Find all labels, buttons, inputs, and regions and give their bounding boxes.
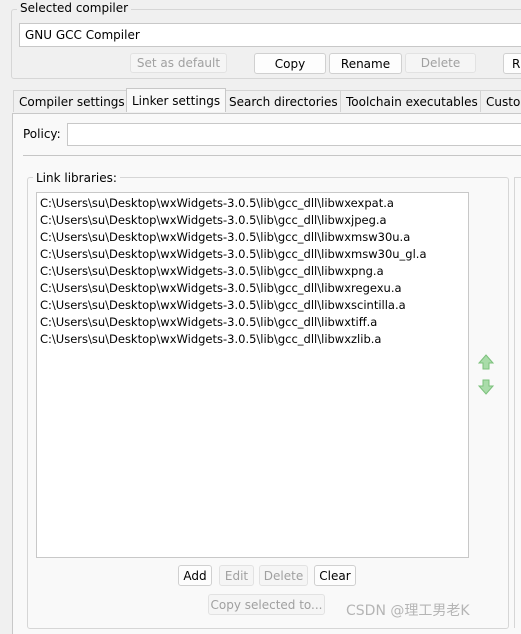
move-down-button[interactable]: [476, 377, 496, 397]
list-item[interactable]: C:\Users\su\Desktop\wxWidgets-3.0.5\lib\…: [37, 297, 468, 314]
copy-compiler-button[interactable]: Copy: [254, 53, 326, 74]
list-item[interactable]: C:\Users\su\Desktop\wxWidgets-3.0.5\lib\…: [37, 212, 468, 229]
list-item[interactable]: C:\Users\su\Desktop\wxWidgets-3.0.5\lib\…: [37, 229, 468, 246]
link-libraries-label: Link libraries:: [33, 170, 120, 186]
list-item[interactable]: C:\Users\su\Desktop\wxWidgets-3.0.5\lib\…: [37, 195, 468, 212]
list-item[interactable]: C:\Users\su\Desktop\wxWidgets-3.0.5\lib\…: [37, 246, 468, 263]
tab-search-directories[interactable]: Search directories: [223, 90, 344, 112]
tab-custom[interactable]: Custor: [480, 90, 521, 112]
clear-libraries-button[interactable]: Clear: [314, 565, 356, 586]
tab-search-directories-label: Search directories: [229, 94, 338, 109]
edit-library-button[interactable]: Edit: [219, 565, 254, 586]
settings-tabs: Compiler settings Linker settings Search…: [13, 88, 521, 114]
arrow-down-icon: [477, 379, 495, 395]
compiler-select[interactable]: GNU GCC Compiler: [19, 23, 521, 47]
watermark-text: CSDN @理工男老K: [346, 603, 470, 619]
rename-compiler-button[interactable]: Rename: [329, 53, 402, 74]
list-item[interactable]: C:\Users\su\Desktop\wxWidgets-3.0.5\lib\…: [37, 280, 468, 297]
reset-compiler-button[interactable]: R: [503, 53, 521, 74]
tab-compiler-settings[interactable]: Compiler settings: [13, 90, 131, 112]
tab-toolchain-executables[interactable]: Toolchain executables: [340, 90, 484, 112]
compiler-select-value: GNU GCC Compiler: [25, 28, 140, 42]
arrow-up-icon: [477, 354, 495, 370]
list-item[interactable]: C:\Users\su\Desktop\wxWidgets-3.0.5\lib\…: [37, 314, 468, 331]
selected-compiler-label: Selected compiler: [17, 0, 132, 17]
tab-toolchain-executables-label: Toolchain executables: [346, 94, 478, 109]
policy-label: Policy:: [23, 127, 61, 141]
tab-compiler-settings-label: Compiler settings: [19, 94, 125, 109]
tab-custom-label: Custor: [486, 94, 521, 109]
right-panel-edge: [514, 177, 521, 628]
delete-compiler-button[interactable]: Delete: [405, 53, 476, 73]
list-item[interactable]: C:\Users\su\Desktop\wxWidgets-3.0.5\lib\…: [37, 263, 468, 280]
tab-linker-settings-label: Linker settings: [132, 93, 221, 108]
delete-library-button[interactable]: Delete: [259, 565, 308, 586]
link-libraries-list[interactable]: C:\Users\su\Desktop\wxWidgets-3.0.5\lib\…: [36, 192, 469, 558]
set-as-default-button[interactable]: Set as default: [130, 53, 227, 73]
add-library-button[interactable]: Add: [178, 565, 212, 586]
tab-linker-settings[interactable]: Linker settings: [126, 88, 227, 112]
divider: [23, 155, 521, 156]
list-item[interactable]: C:\Users\su\Desktop\wxWidgets-3.0.5\lib\…: [37, 331, 468, 348]
move-up-button[interactable]: [476, 352, 496, 372]
copy-selected-to-button[interactable]: Copy selected to...: [208, 594, 325, 615]
policy-select[interactable]: [67, 123, 521, 146]
